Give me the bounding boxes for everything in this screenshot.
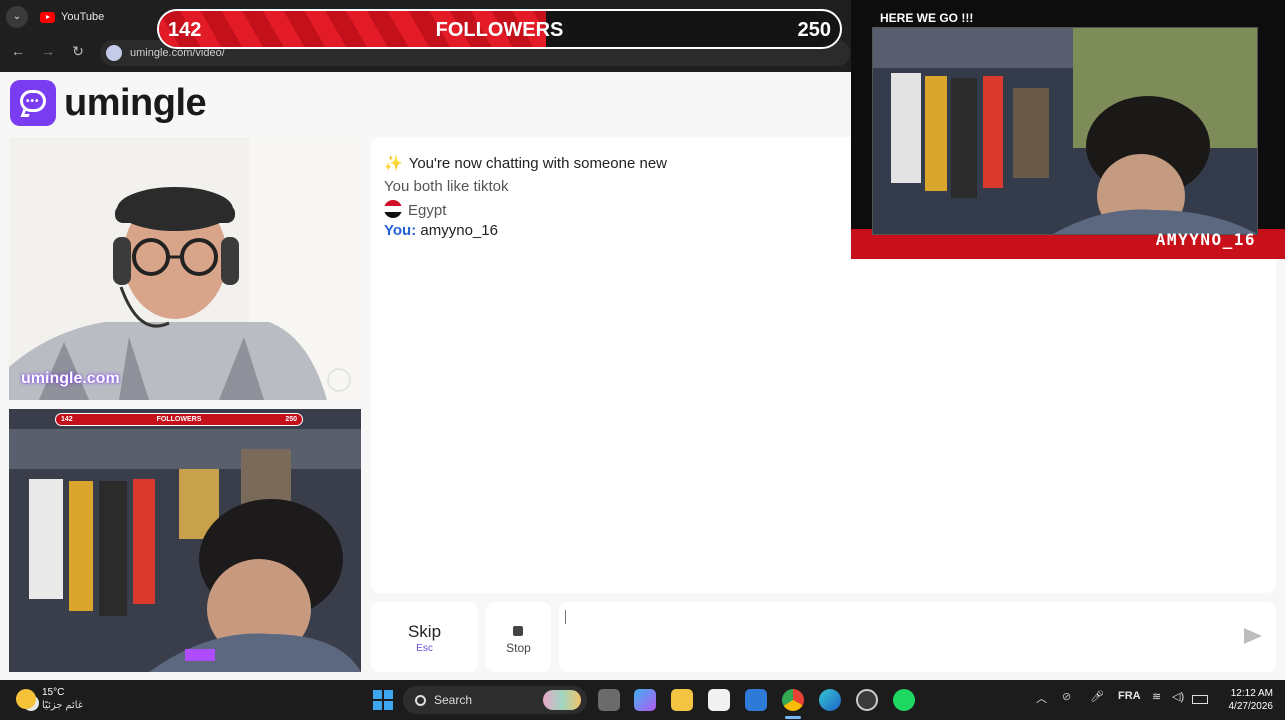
youtube-icon <box>40 11 55 23</box>
message-input[interactable] <box>559 602 1276 672</box>
stranger-video-feed <box>9 137 361 400</box>
battery-icon[interactable] <box>1192 695 1208 704</box>
weather-condition: غائم جزئيًا <box>42 700 84 711</box>
partly-cloudy-icon <box>16 689 36 709</box>
umingle-watermark: umingle.com <box>21 370 120 387</box>
wifi-icon[interactable]: ≋ <box>1152 690 1161 703</box>
spotify-icon[interactable] <box>893 689 915 711</box>
weather-temperature: 15°C <box>42 687 65 698</box>
input-language[interactable]: FRA <box>1118 690 1141 702</box>
stranger-country: Egypt <box>384 200 446 219</box>
stop-icon <box>513 626 523 636</box>
tab-search-dropdown[interactable]: ⌄ <box>6 6 28 28</box>
file-explorer-icon[interactable] <box>671 689 693 711</box>
active-app-indicator <box>785 716 801 719</box>
common-interest-text: You both like tiktok <box>384 178 509 195</box>
weather-widget[interactable]: 15°C غائم جزئيًا <box>16 686 83 712</box>
clock-date: 4/27/2026 <box>1228 701 1274 712</box>
self-followers-goal: 250 <box>285 416 297 423</box>
stop-button[interactable]: Stop <box>486 602 551 672</box>
followers-title: FOLLOWERS <box>435 19 564 41</box>
tab-title: YouTube <box>61 11 105 23</box>
show-hidden-icons[interactable]: ︿ <box>1036 690 1047 706</box>
followers-goal-bar: 142 FOLLOWERS 250 <box>157 9 842 49</box>
taskbar-search[interactable]: Search <box>403 686 587 714</box>
hype-text: HERE WE GO !!! <box>880 11 974 25</box>
screen: ⌄ YouTube ← → ↻ umingle.com/video/ 142 F… <box>0 0 1285 720</box>
stop-label: Stop <box>506 641 531 655</box>
site-info-icon[interactable] <box>106 45 122 61</box>
site-logo[interactable]: ••• umingle <box>10 80 207 126</box>
chrome-icon[interactable] <box>782 689 804 711</box>
search-label: Search <box>434 693 473 707</box>
chat-bubble-icon: ••• <box>10 80 56 126</box>
windows-start-icon[interactable] <box>373 690 393 710</box>
network-off-icon[interactable]: ⊘ <box>1062 690 1071 703</box>
streamer-scene <box>873 28 1257 238</box>
skip-button[interactable]: Skip Esc <box>371 602 478 672</box>
chat-message: You: amyyno_16 <box>384 222 498 239</box>
streamer-video-feed <box>872 27 1258 238</box>
send-icon[interactable] <box>1244 628 1262 644</box>
egypt-flag-icon <box>384 200 402 218</box>
task-view-icon[interactable] <box>598 689 620 711</box>
copilot-icon[interactable] <box>634 689 656 711</box>
settings-icon[interactable] <box>856 689 878 711</box>
edge-icon[interactable] <box>819 689 841 711</box>
streamer-name: AMYYNO_16 <box>1155 230 1256 249</box>
search-highlight-icon <box>543 690 581 710</box>
microphone-icon[interactable]: 🎤︎ <box>1090 690 1104 703</box>
country-name: Egypt <box>408 202 447 219</box>
text-caret <box>565 610 566 624</box>
self-followers-title: FOLLOWERS <box>156 416 202 423</box>
reload-button[interactable]: ↻ <box>68 43 88 60</box>
mail-icon[interactable] <box>745 689 767 711</box>
system-clock[interactable]: 12:12 AM 4/27/2026 <box>1229 687 1274 713</box>
skip-label: Skip <box>407 622 442 641</box>
sparkles-icon: ✨ <box>384 155 403 172</box>
self-video-feed <box>9 409 361 672</box>
volume-icon[interactable]: ◁) <box>1172 690 1184 703</box>
browser-tab[interactable]: YouTube <box>36 4 166 30</box>
microsoft-store-icon[interactable] <box>708 689 730 711</box>
you-label: You: <box>384 222 417 239</box>
you-message-text: amyyno_16 <box>420 222 498 239</box>
clock-time: 12:12 AM <box>1230 688 1273 699</box>
chat-intro-line: ✨ You're now chatting with someone new <box>384 154 667 172</box>
skip-shortcut: Esc <box>416 643 433 654</box>
self-followers-bar: 142 FOLLOWERS 250 <box>55 413 303 426</box>
back-button[interactable]: ← <box>8 43 28 59</box>
self-video: 142 FOLLOWERS 250 <box>9 409 361 672</box>
forward-button[interactable]: → <box>38 43 58 59</box>
logo-text: umingle <box>64 81 207 124</box>
followers-goal: 250 <box>797 19 831 41</box>
streamer-webcam-overlay: HERE WE GO !!! AMYYNO_16 <box>851 0 1285 259</box>
chat-intro-text: You're now chatting with someone new <box>408 155 667 172</box>
search-icon <box>415 694 426 706</box>
stranger-video: umingle.com <box>9 137 361 400</box>
windows-taskbar: 15°C غائم جزئيًا Search ︿ ⊘ 🎤︎ FRA ≋ ◁) … <box>0 680 1285 720</box>
